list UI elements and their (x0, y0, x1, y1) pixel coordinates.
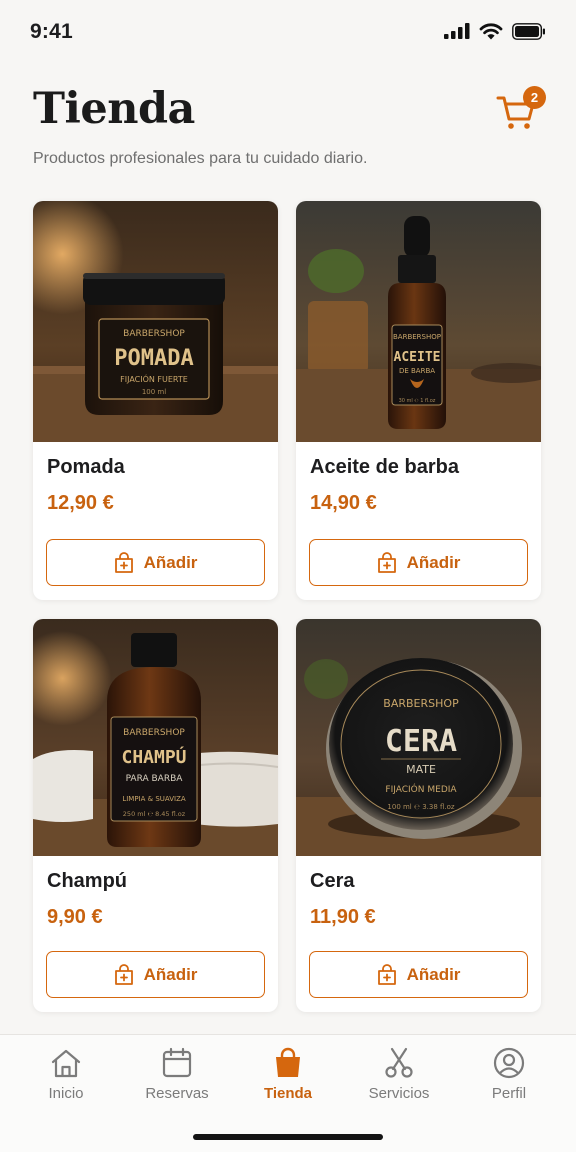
product-price: 12,90 € (47, 492, 114, 514)
product-image-champu: BARBERSHOP CHAMPÚ PARA BARBA LIMPIA & SU… (33, 619, 278, 856)
shopping-bag-icon (276, 1047, 300, 1077)
champu-label-title: CHAMPÚ (121, 746, 186, 768)
battery-icon (512, 22, 545, 40)
product-image-pomada: BARBERSHOP POMADA FIJACIÓN FUERTE 100 ml (33, 201, 278, 442)
calendar-icon (162, 1047, 192, 1078)
page-subtitle: Productos profesionales para tu cuidado … (33, 150, 368, 167)
product-price: 14,90 € (310, 492, 377, 514)
aceite-label-sub: DE BARBA (399, 367, 435, 375)
champu-label-brand: BARBERSHOP (123, 728, 185, 738)
add-button-label: Añadir (143, 552, 198, 572)
signal-icon (444, 23, 470, 39)
product-card-pomada[interactable]: BARBERSHOP POMADA FIJACIÓN FUERTE 100 ml… (33, 201, 278, 600)
scissors-icon (385, 1047, 413, 1078)
pomada-label-title: POMADA (114, 346, 193, 371)
status-icons (444, 22, 546, 40)
product-name: Aceite de barba (310, 456, 459, 478)
tab-inicio[interactable]: Inicio (16, 1047, 116, 1102)
bag-plus-icon (114, 963, 133, 985)
bag-plus-icon (377, 551, 396, 573)
tab-label: Tienda (263, 1085, 313, 1102)
cera-label-title: CERA (385, 724, 457, 759)
add-to-cart-button[interactable]: Añadir (46, 951, 265, 998)
status-time: 9:41 (30, 20, 73, 43)
aceite-label-brand: BARBERSHOP (393, 333, 441, 341)
home-icon (51, 1049, 81, 1078)
champu-label-extra: LIMPIA & SUAVIZA (122, 795, 186, 803)
add-to-cart-button[interactable]: Añadir (309, 951, 528, 998)
tab-tienda[interactable]: Tienda (238, 1047, 338, 1102)
page-header: Tienda Productos profesionales para tu c… (33, 84, 543, 168)
aceite-label-title: ACEITE (394, 350, 441, 365)
cart-count-badge: 2 (523, 86, 546, 109)
product-card-aceite-de-barba[interactable]: BARBERSHOP ACEITE DE BARBA 30 ml ℮ 1 fl.… (296, 201, 541, 600)
cera-label-sub: MATE (406, 763, 436, 776)
add-to-cart-button[interactable]: Añadir (309, 539, 528, 586)
status-bar: 9:41 (0, 0, 576, 64)
tab-reservas[interactable]: Reservas (127, 1047, 227, 1102)
product-image-cera: BARBERSHOP CERA MATE FIJACIÓN MEDIA 100 … (296, 619, 541, 856)
product-grid: BARBERSHOP POMADA FIJACIÓN FUERTE 100 ml… (33, 201, 541, 1012)
add-button-label: Añadir (406, 552, 461, 572)
tab-label: Reservas (145, 1085, 209, 1102)
user-icon (493, 1047, 525, 1079)
home-indicator (193, 1134, 383, 1140)
page-title: Tienda (33, 84, 195, 134)
add-to-cart-button[interactable]: Añadir (46, 539, 265, 586)
tab-label: Perfil (491, 1085, 527, 1102)
champu-label-volume: 250 ml ℮ 8.45 fl.oz (123, 810, 186, 818)
pomada-label-brand: BARBERSHOP (123, 329, 185, 339)
tab-perfil[interactable]: Perfil (459, 1047, 559, 1102)
bag-plus-icon (377, 963, 396, 985)
product-image-aceite-de-barba: BARBERSHOP ACEITE DE BARBA 30 ml ℮ 1 fl.… (296, 201, 541, 442)
tab-servicios[interactable]: Servicios (349, 1047, 449, 1102)
add-button-label: Añadir (406, 964, 461, 984)
cart-button[interactable]: 2 (496, 86, 546, 132)
champu-label-sub: PARA BARBA (126, 774, 184, 784)
add-button-label: Añadir (143, 964, 198, 984)
product-price: 11,90 € (310, 906, 376, 928)
aceite-label-volume: 30 ml ℮ 1 fl.oz (399, 398, 436, 404)
product-price: 9,90 € (47, 906, 103, 928)
product-name: Pomada (47, 456, 125, 478)
product-card-champu[interactable]: BARBERSHOP CHAMPÚ PARA BARBA LIMPIA & SU… (33, 619, 278, 1012)
cera-label-extra: FIJACIÓN MEDIA (385, 783, 457, 795)
tab-label: Inicio (48, 1085, 84, 1102)
pomada-label-sub: FIJACIÓN FUERTE (120, 373, 188, 384)
product-name: Champú (47, 870, 127, 892)
wifi-icon (479, 23, 503, 40)
tab-label: Servicios (368, 1085, 430, 1102)
cera-label-volume: 100 ml ℮ 3.38 fl.oz (387, 803, 455, 811)
cera-label-brand: BARBERSHOP (383, 697, 459, 710)
product-name: Cera (310, 870, 355, 892)
bag-plus-icon (114, 551, 133, 573)
pomada-label-volume: 100 ml (142, 388, 166, 396)
product-card-cera[interactable]: BARBERSHOP CERA MATE FIJACIÓN MEDIA 100 … (296, 619, 541, 1012)
